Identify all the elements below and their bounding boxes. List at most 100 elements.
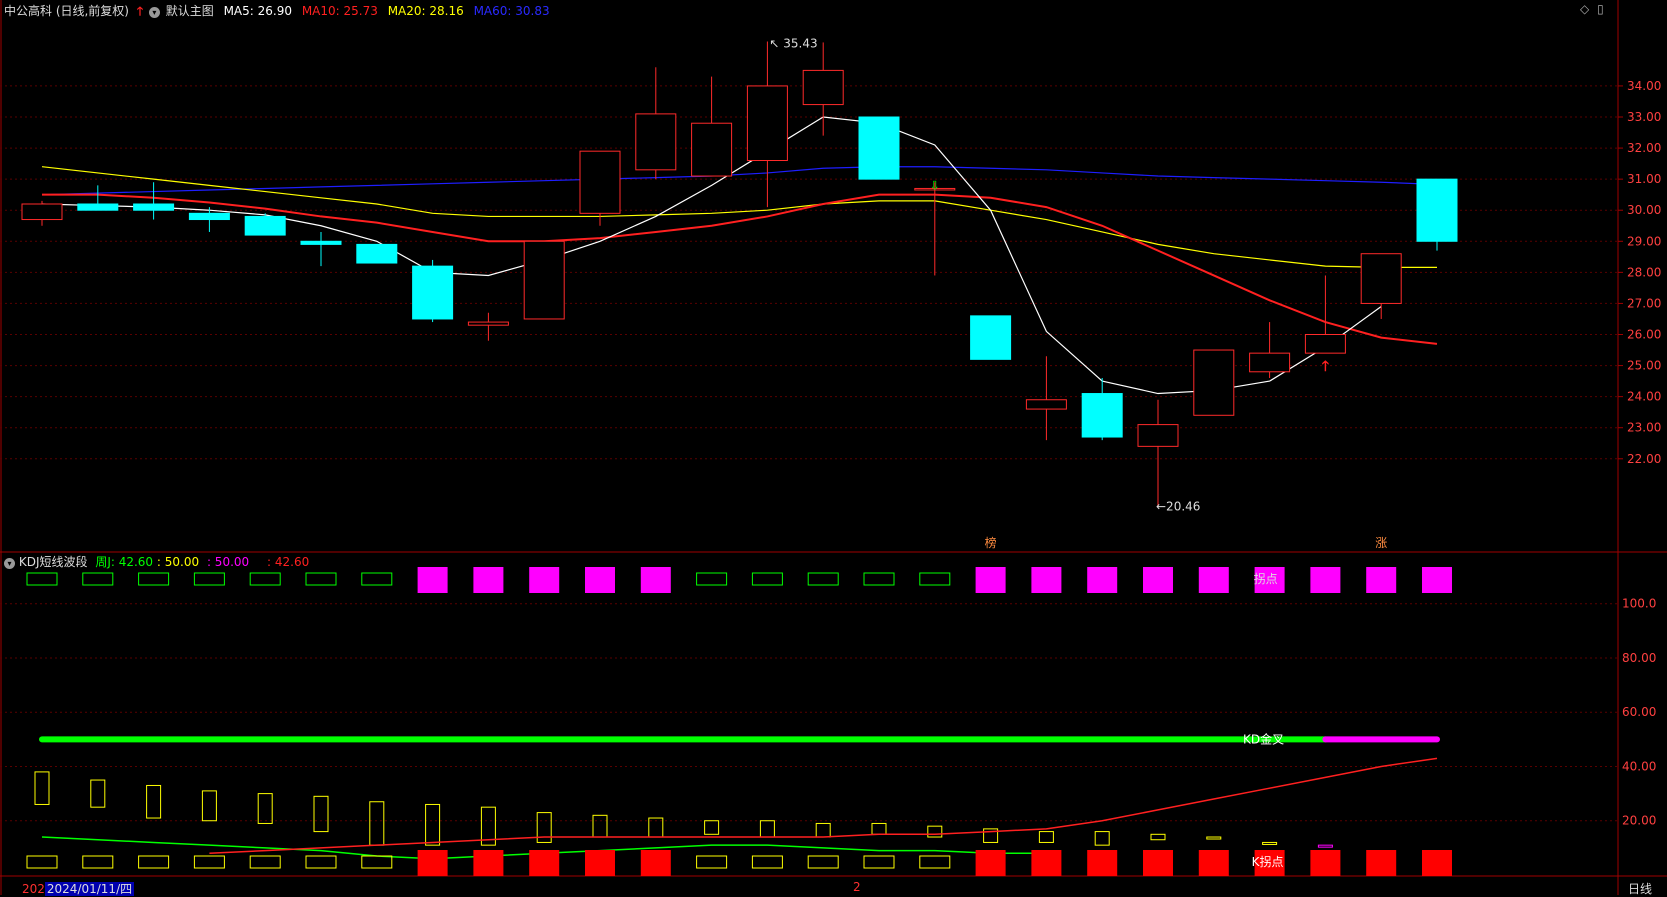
kdj-bar bbox=[369, 801, 385, 846]
kdj-top-box bbox=[1310, 567, 1341, 593]
kdj-bottom-box bbox=[807, 855, 839, 869]
candle-body-up bbox=[523, 240, 565, 320]
kdj-tick-label: 40.00 bbox=[1622, 759, 1656, 773]
candle-body-up bbox=[746, 85, 788, 161]
candle-body-up bbox=[1304, 334, 1346, 354]
kdj-top-box bbox=[417, 567, 448, 593]
kdj-top-box bbox=[640, 567, 671, 593]
kdj-bar bbox=[871, 822, 887, 835]
main-chart-label[interactable]: 默认主图 bbox=[166, 4, 214, 18]
price-tick-label: 26.00 bbox=[1627, 328, 1661, 342]
candle-body-down bbox=[1081, 393, 1123, 438]
kdj-bottom-box bbox=[640, 850, 671, 876]
kdj-tick-label: 100.0 bbox=[1622, 597, 1656, 611]
kdj-tick-label: 20.00 bbox=[1622, 814, 1656, 828]
dropdown-icon[interactable]: ▾ bbox=[148, 7, 160, 18]
candle-body-up bbox=[579, 150, 621, 214]
price-tick-label: 34.00 bbox=[1627, 79, 1661, 93]
kdj-bottom-box bbox=[473, 850, 504, 876]
indicator-name[interactable]: KDJ短线波段 bbox=[19, 555, 88, 569]
kdj-top-box bbox=[249, 572, 281, 586]
period-label[interactable]: 日线 bbox=[1628, 880, 1652, 897]
kdj-bar bbox=[257, 793, 273, 824]
diamond-icon[interactable]: ◇ bbox=[1580, 2, 1589, 16]
kdj-bottom-box bbox=[417, 850, 448, 876]
price-tick-label: 31.00 bbox=[1627, 172, 1661, 186]
kdj-bottom-box bbox=[1422, 850, 1452, 876]
ma20-label: MA20: 28.16 bbox=[387, 4, 464, 18]
kdj-top-box bbox=[1031, 567, 1062, 593]
kdj-bottom-box bbox=[1366, 850, 1397, 876]
kdj-bottom-box bbox=[82, 855, 114, 869]
time-axis: 202 2024/01/11/四 bbox=[22, 880, 135, 897]
candle-body-down bbox=[244, 215, 286, 236]
kdj-top-box bbox=[473, 567, 504, 593]
kdj-top-box bbox=[919, 572, 951, 586]
kdj-bar bbox=[313, 795, 329, 833]
kdj-bar bbox=[201, 790, 217, 822]
candle-body-up bbox=[21, 203, 63, 221]
candle-body-down bbox=[1416, 178, 1458, 242]
arrow-up-icon: 🡑 bbox=[136, 4, 144, 18]
price-tick-label: 28.00 bbox=[1627, 265, 1661, 279]
kdj-bar bbox=[704, 820, 720, 835]
kdj-top-box bbox=[26, 572, 58, 586]
kdj-bottom-box bbox=[193, 855, 225, 869]
price-tick-label: 22.00 bbox=[1627, 452, 1661, 466]
kdj-red-line bbox=[209, 757, 1438, 855]
indicator-value-4: : 42.60 bbox=[267, 555, 310, 569]
weekj-value: 周J: 42.60 bbox=[95, 555, 154, 569]
kdj-bar bbox=[1317, 844, 1333, 848]
kdj-top-box bbox=[696, 572, 728, 586]
kdj-bottom-box bbox=[1198, 850, 1229, 876]
kdj-bar bbox=[425, 803, 441, 846]
kdj-bottom-box bbox=[1031, 850, 1062, 876]
zhang-marker: 涨 bbox=[1375, 535, 1387, 550]
stock-title[interactable]: 中公高科 (日线,前复权) bbox=[4, 4, 129, 18]
price-tick-label: 24.00 bbox=[1627, 390, 1661, 404]
kdj-top-box bbox=[193, 572, 225, 586]
kdj-top-box bbox=[361, 572, 393, 586]
kdj-top-box bbox=[1198, 567, 1229, 593]
kd-cross-label: KD金叉 bbox=[1243, 731, 1284, 746]
kdj-top-box bbox=[863, 572, 895, 586]
kdj-tick-label: 60.00 bbox=[1622, 705, 1656, 719]
kdj-bar bbox=[1262, 841, 1278, 845]
kdj-bottom-box bbox=[1310, 850, 1341, 876]
candle-body-down bbox=[133, 203, 175, 211]
kdj-bottom-box bbox=[529, 850, 560, 876]
candle-body-down bbox=[970, 315, 1012, 360]
kdj-top-box bbox=[975, 567, 1006, 593]
kdj-top-box bbox=[82, 572, 114, 586]
kdj-top-box bbox=[529, 567, 560, 593]
kdj-bottom-box bbox=[1087, 850, 1118, 876]
kline-chart[interactable]: 34.00 33.00 32.00 31.00 30.00 29.00 28.00 27.00… bbox=[0, 0, 1667, 895]
kdj-bar bbox=[34, 771, 50, 805]
ma10-label: MA10: 25.73 bbox=[301, 4, 378, 18]
restore-icon[interactable]: ▯ bbox=[1597, 2, 1604, 16]
date-label: 2024/01/11/四 bbox=[44, 882, 135, 896]
kdj-bottom-box bbox=[1143, 850, 1173, 876]
candle-body-up bbox=[1025, 399, 1067, 410]
kdj-bar bbox=[927, 825, 943, 838]
candle-body-up bbox=[1137, 424, 1179, 447]
turning-point-label-top: 拐点 bbox=[1254, 571, 1278, 586]
kdj-top-box bbox=[305, 572, 337, 586]
kdj-bottom-box bbox=[863, 855, 895, 869]
kdj-top-box bbox=[1087, 567, 1118, 593]
kdj-bottom-box bbox=[696, 855, 728, 869]
kdj-bar bbox=[1094, 831, 1110, 846]
high-price-label: ↖ 35.43 bbox=[769, 36, 817, 50]
kdj-bottom-box bbox=[919, 855, 951, 869]
low-price-label: ←20.46 bbox=[1156, 500, 1200, 514]
indicator-value-3: : 50.00 bbox=[206, 555, 250, 569]
kdj-bar bbox=[1206, 836, 1222, 840]
kdj-bottom-box bbox=[305, 855, 337, 869]
kdj-bottom-box bbox=[26, 855, 58, 869]
dropdown-icon[interactable]: ▾ bbox=[4, 558, 15, 569]
buy-arrow-icon: 🡑 bbox=[1322, 359, 1329, 375]
time-mid-label: 2 bbox=[853, 880, 861, 894]
window-controls: ◇ ▯ bbox=[1580, 2, 1604, 16]
candle-body-up bbox=[691, 122, 733, 177]
turning-point-label-bottom: K拐点 bbox=[1252, 854, 1284, 869]
